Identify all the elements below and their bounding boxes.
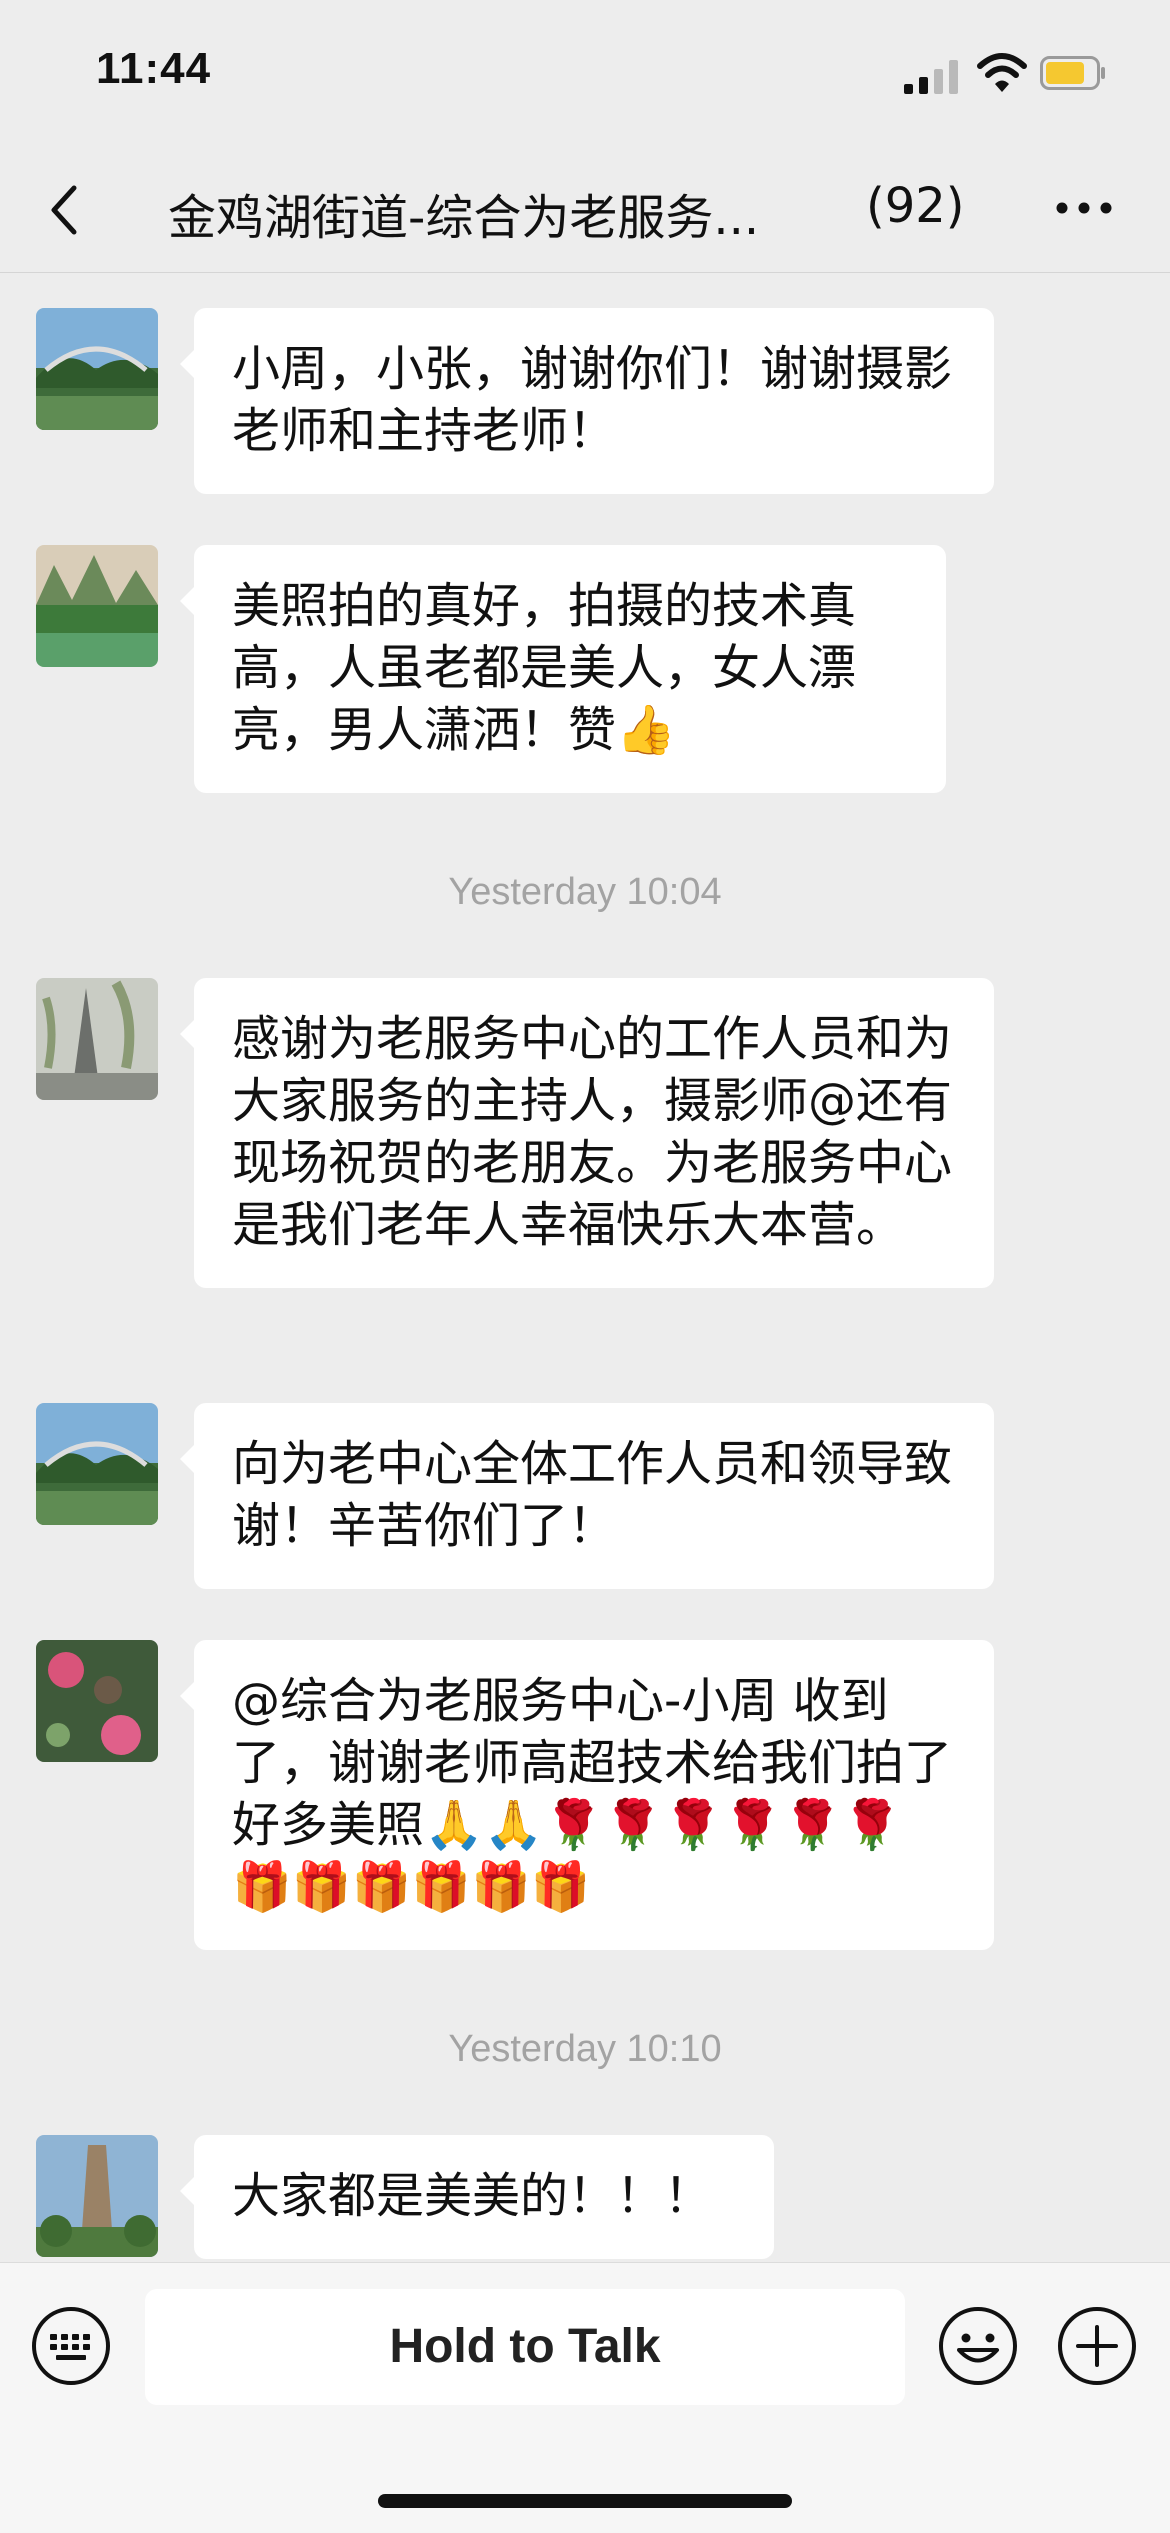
message-bubble[interactable]: 大家都是美美的！！！ (180, 2135, 774, 2259)
avatar[interactable] (36, 978, 158, 1100)
cellular-signal-icon (904, 60, 958, 94)
avatar[interactable] (36, 1403, 158, 1525)
status-bar: 11:44 (0, 0, 1170, 150)
message-bubble[interactable]: 小周，小张，谢谢你们！谢谢摄影老师和主持老师！ (180, 308, 994, 494)
input-bar: Hold to Talk (0, 2262, 1170, 2533)
emoji-icon[interactable] (937, 2305, 1019, 2387)
nav-bar: 金鸡湖街道-综合为老服务... (92) (0, 150, 1170, 273)
battery-icon (1040, 56, 1105, 90)
message-bubble[interactable]: 感谢为老服务中心的工作人员和为大家服务的主持人，摄影师@还有现场祝贺的老朋友。为… (180, 978, 994, 1288)
hold-to-talk-button[interactable]: Hold to Talk (145, 2289, 905, 2405)
status-time: 11:44 (96, 44, 212, 93)
member-count: (92) (866, 178, 965, 234)
chat-title: 金鸡湖街道-综合为老服务... (168, 190, 760, 246)
keyboard-icon[interactable] (30, 2305, 112, 2387)
back-icon[interactable] (40, 180, 90, 240)
home-indicator[interactable] (378, 2494, 792, 2508)
chat-area[interactable]: 小周，小张，谢谢你们！谢谢摄影老师和主持老师！ 美照拍的真好，拍摄的技术真高，人… (0, 273, 1170, 2533)
wifi-icon (977, 53, 1027, 92)
more-icon[interactable] (1054, 198, 1114, 218)
message-bubble[interactable]: @综合为老服务中心-小周 收到了，谢谢老师高超技术给我们拍了好多美照🙏🙏🌹🌹🌹🌹… (180, 1640, 994, 1950)
plus-icon[interactable] (1056, 2305, 1138, 2387)
avatar[interactable] (36, 2135, 158, 2257)
avatar[interactable] (36, 1640, 158, 1762)
message-bubble[interactable]: 向为老中心全体工作人员和领导致谢！辛苦你们了！ (180, 1403, 994, 1589)
message-bubble[interactable]: 美照拍的真好，拍摄的技术真高，人虽老都是美人，女人漂亮，男人潇洒！赞👍 (180, 545, 946, 793)
timestamp: Yesterday 10:10 (448, 2028, 722, 2070)
avatar[interactable] (36, 308, 158, 430)
timestamp: Yesterday 10:04 (448, 871, 722, 913)
avatar[interactable] (36, 545, 158, 667)
